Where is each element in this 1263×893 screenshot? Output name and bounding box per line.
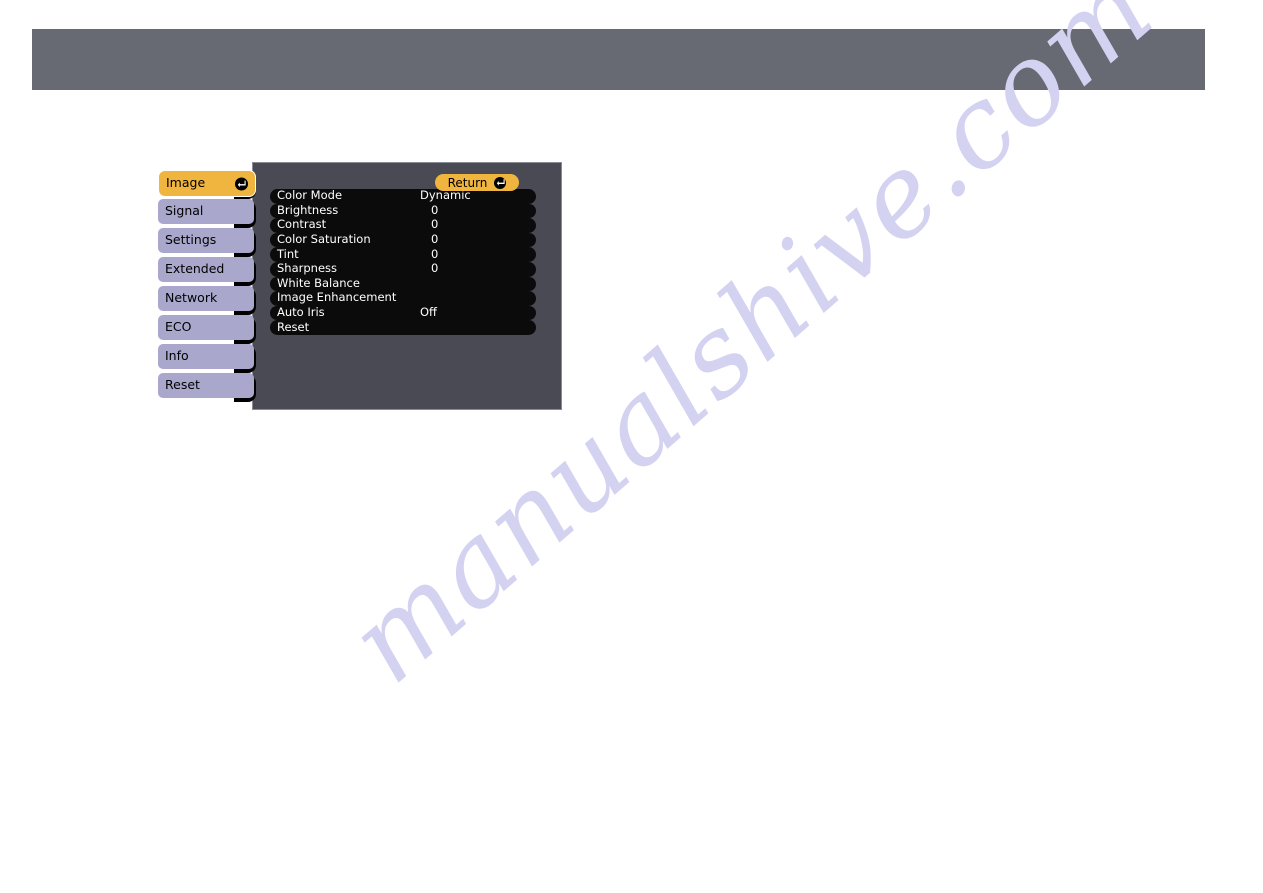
sidebar-item-label: Info — [165, 348, 189, 364]
return-button[interactable]: Return — [435, 174, 519, 191]
return-button-label: Return — [447, 175, 488, 190]
projector-osd-menu: Image Signal Settings Extended Network ECO Inf… — [158, 162, 562, 410]
sidebar-tab-row: ECO — [158, 315, 262, 344]
menu-item-row[interactable]: Color Mode Dynamic — [270, 189, 536, 204]
sidebar-item-label: ECO — [165, 319, 192, 335]
sidebar-item-label: Network — [165, 290, 218, 306]
menu-item-label: Image Enhancement — [277, 290, 397, 305]
sidebar-tab-row: Image — [158, 170, 262, 199]
sidebar-item-extended[interactable]: Extended — [158, 257, 254, 282]
sidebar-item-label: Image — [166, 175, 206, 191]
menu-item-value: 0 — [431, 261, 439, 276]
enter-key-icon — [494, 176, 507, 189]
menu-item-row[interactable]: Contrast 0 — [270, 218, 536, 233]
menu-item-row[interactable]: Auto Iris Off — [270, 305, 536, 321]
menu-item-label: Sharpness — [277, 261, 338, 276]
sidebar-item-image[interactable]: Image — [158, 170, 256, 197]
sidebar-item-label: Extended — [165, 261, 225, 277]
menu-item-row[interactable]: White Balance — [270, 275, 536, 292]
menu-item-label: Tint — [277, 246, 299, 261]
sidebar-item-eco[interactable]: ECO — [158, 315, 254, 340]
sidebar-item-signal[interactable]: Signal — [158, 199, 254, 224]
menu-item-value: 0 — [431, 217, 439, 232]
sidebar-item-label: Reset — [165, 377, 200, 393]
menu-item-row[interactable]: Sharpness 0 — [270, 261, 536, 277]
menu-item-row[interactable]: Color Saturation 0 — [270, 232, 536, 248]
menu-item-label: Reset — [277, 319, 310, 334]
top-header-band — [32, 29, 1205, 90]
sidebar-item-label: Settings — [165, 232, 217, 248]
sidebar-tab-row: Info — [158, 344, 262, 373]
menu-item-row[interactable]: Brightness 0 — [270, 202, 536, 219]
menu-item-label: Color Mode — [277, 188, 343, 203]
menu-item-label: Contrast — [277, 217, 327, 232]
menu-item-label: White Balance — [277, 275, 360, 290]
sidebar-tab-row: Extended — [158, 257, 262, 286]
osd-menu-items: Color Mode Dynamic Brightness 0 Contrast 0 Col… — [270, 189, 536, 341]
menu-item-value: 0 — [431, 232, 439, 247]
sidebar-item-settings[interactable]: Settings — [158, 228, 254, 253]
menu-item-row[interactable]: Reset — [270, 320, 536, 335]
sidebar-item-network[interactable]: Network — [158, 286, 254, 311]
menu-item-label: Auto Iris — [277, 305, 325, 320]
menu-item-value: Dynamic — [420, 188, 471, 203]
osd-sidebar: Image Signal Settings Extended Network ECO Inf… — [158, 170, 262, 402]
sidebar-item-info[interactable]: Info — [158, 344, 254, 369]
menu-item-value: 0 — [431, 202, 439, 217]
menu-item-value: Off — [420, 305, 437, 320]
menu-item-label: Color Saturation — [277, 232, 371, 247]
sidebar-tab-row: Settings — [158, 228, 262, 257]
sidebar-item-label: Signal — [165, 203, 204, 219]
menu-item-value: 0 — [431, 246, 439, 261]
sidebar-tab-row: Network — [158, 286, 262, 315]
menu-item-row[interactable]: Image Enhancement — [270, 291, 536, 306]
sidebar-item-reset[interactable]: Reset — [158, 373, 254, 398]
menu-item-background — [270, 320, 536, 335]
menu-item-label: Brightness — [277, 202, 339, 217]
sidebar-tab-row: Reset — [158, 373, 262, 402]
menu-item-row[interactable]: Tint 0 — [270, 247, 536, 262]
enter-key-icon — [235, 177, 248, 190]
menu-item-background — [270, 247, 536, 262]
sidebar-tab-row: Signal — [158, 199, 262, 228]
